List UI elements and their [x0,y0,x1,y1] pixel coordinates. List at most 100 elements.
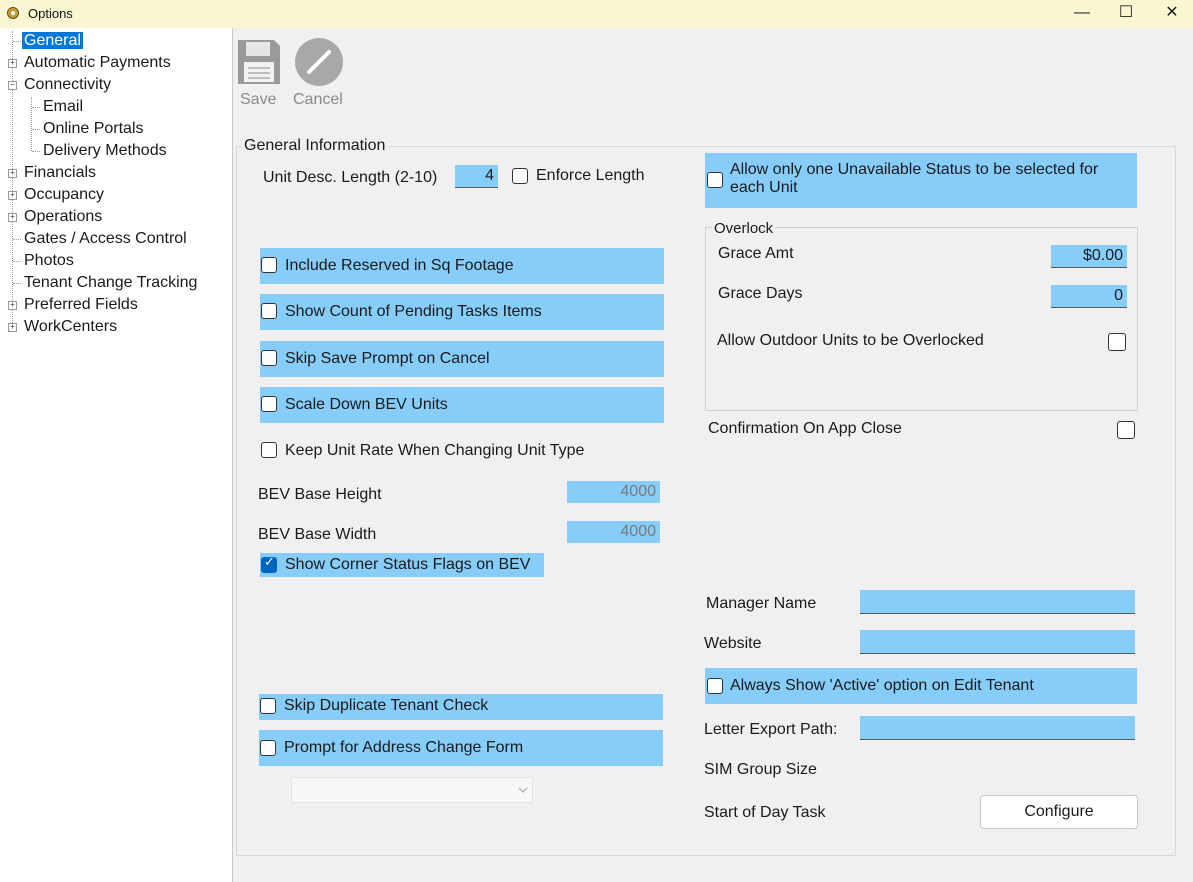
maximize-button[interactable]: ☐ [1103,0,1149,28]
prompt-address-change-checkbox[interactable] [260,740,276,756]
tree-item-label: Connectivity [24,76,112,93]
skip-save-prompt-checkbox[interactable] [261,350,277,366]
grace-days-label: Grace Days [718,285,803,302]
skip-save-prompt-label: Skip Save Prompt on Cancel [285,350,490,367]
always-show-active-label: Always Show 'Active' option on Edit Tena… [730,677,1034,694]
title-bar: Options — ☐ ✕ [0,0,1193,28]
bev-base-width-label: BEV Base Width [258,526,377,543]
enforce-length-checkbox[interactable] [512,168,528,184]
unit-desc-length-label: Unit Desc. Length (2-10) [263,169,438,186]
letter-export-path-label: Letter Export Path: [704,721,838,738]
tree-item-connectivity[interactable]: Connectivity [22,75,113,95]
always-show-active-checkbox[interactable] [707,678,723,694]
expand-icon[interactable]: + [8,213,17,222]
skip-duplicate-tenant-checkbox[interactable] [260,698,276,714]
include-reserved-checkbox[interactable] [261,257,277,273]
collapse-icon[interactable]: − [8,81,17,90]
expand-icon[interactable]: + [8,169,17,178]
tree-item-label: Tenant Change Tracking [24,274,198,291]
cancel-button[interactable]: Cancel [290,38,350,112]
grace-amt-label: Grace Amt [718,245,794,262]
expand-icon[interactable]: + [8,323,17,332]
tree-item-label: Delivery Methods [43,142,167,159]
tree-item-label: Occupancy [24,186,105,203]
enforce-length-label: Enforce Length [536,167,645,184]
maximize-icon: ☐ [1118,4,1134,21]
grace-days-input[interactable]: 0 [1051,285,1127,308]
tree-item-online-portals[interactable]: Online Portals [41,119,146,139]
tree-item-label: Gates / Access Control [24,230,187,247]
tree-item-label: Photos [24,252,74,269]
tree-item-financials[interactable]: Financials [22,163,98,183]
window-title: Options [28,6,73,21]
tree-item-label: Online Portals [43,120,144,137]
allow-one-unavailable-checkbox[interactable] [707,172,723,188]
manager-name-input[interactable] [860,590,1135,614]
expand-icon[interactable]: + [8,191,17,200]
expand-icon[interactable]: + [8,301,17,310]
allow-outdoor-overlock-checkbox[interactable] [1108,333,1126,351]
confirmation-on-close-checkbox[interactable] [1117,421,1135,439]
tree-item-label: Automatic Payments [24,54,171,71]
tree-item-general[interactable]: General [22,31,83,51]
prompt-address-change-label: Prompt for Address Change Form [284,739,524,756]
bev-base-width-input[interactable]: 4000 [567,521,660,543]
configure-button[interactable]: Configure [980,795,1138,829]
tree-item-preferred-fields[interactable]: Preferred Fields [22,295,140,315]
close-icon: ✕ [1165,4,1179,21]
tree-item-label: Operations [24,208,103,225]
tree-item-tenant-change-tracking[interactable]: Tenant Change Tracking [22,273,199,293]
keep-unit-rate-label: Keep Unit Rate When Changing Unit Type [285,442,585,459]
bev-base-height-input[interactable]: 4000 [567,481,660,503]
allow-one-unavailable-label: Allow only one Unavailable Status to be … [730,161,1099,196]
tree-item-automatic-payments[interactable]: Automatic Payments [22,53,173,73]
letter-export-path-input[interactable] [860,716,1135,740]
chevron-down-icon [518,787,528,793]
tree-item-email[interactable]: Email [41,97,85,117]
website-label: Website [704,635,762,652]
tree-item-label: WorkCenters [24,318,118,335]
address-change-form-select[interactable] [291,777,533,803]
close-button[interactable]: ✕ [1149,0,1193,28]
tree-item-gates-access-control[interactable]: Gates / Access Control [22,229,189,249]
grace-amt-input[interactable]: $0.00 [1051,245,1127,268]
group-title: General Information [241,137,389,155]
tree-item-photos[interactable]: Photos [22,251,76,271]
bev-base-height-label: BEV Base Height [258,486,382,503]
show-corner-flags-label: Show Corner Status Flags on BEV [285,556,531,573]
cancel-icon [295,38,343,86]
minimize-icon: — [1074,4,1090,21]
include-reserved-label: Include Reserved in Sq Footage [285,257,514,274]
tree-item-workcenters[interactable]: WorkCenters [22,317,119,337]
allow-outdoor-overlock-label: Allow Outdoor Units to be Overlocked [717,332,984,349]
options-tree[interactable]: General + Automatic Payments − Connectiv… [0,28,233,882]
tree-item-operations[interactable]: Operations [22,207,104,227]
save-button[interactable]: Save [235,38,283,112]
save-icon [238,40,280,84]
tree-item-delivery-methods[interactable]: Delivery Methods [41,141,169,161]
scale-down-bev-label: Scale Down BEV Units [285,396,448,413]
minimize-button[interactable]: — [1059,0,1105,28]
tree-item-label: Preferred Fields [24,296,138,313]
show-count-pending-checkbox[interactable] [261,303,277,319]
expand-icon[interactable]: + [8,59,17,68]
tree-item-occupancy[interactable]: Occupancy [22,185,106,205]
save-label: Save [240,91,277,108]
tree-item-label: Financials [24,164,97,181]
tree-item-label: Email [43,98,84,115]
skip-duplicate-tenant-label: Skip Duplicate Tenant Check [284,697,489,714]
confirmation-on-close-label: Confirmation On App Close [708,420,902,437]
app-icon [7,7,19,19]
sim-group-size-label: SIM Group Size [704,761,817,778]
tree-item-label: General [22,32,83,49]
scale-down-bev-checkbox[interactable] [261,396,277,412]
website-input[interactable] [860,630,1135,654]
show-corner-flags-checkbox[interactable] [261,555,277,573]
show-count-pending-label: Show Count of Pending Tasks Items [285,303,542,320]
keep-unit-rate-checkbox[interactable] [261,442,277,458]
start-of-day-task-label: Start of Day Task [704,804,826,821]
cancel-label: Cancel [293,91,343,108]
unit-desc-length-input[interactable]: 4 [455,165,498,188]
manager-name-label: Manager Name [706,595,817,612]
overlock-title: Overlock [712,220,776,237]
